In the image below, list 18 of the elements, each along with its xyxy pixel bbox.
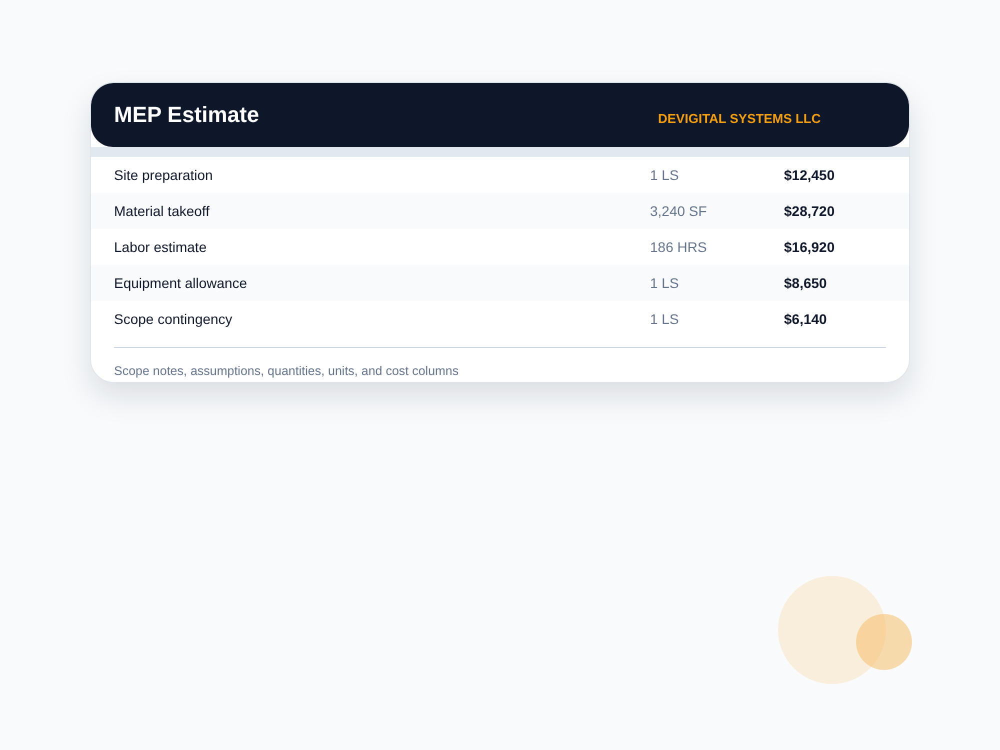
item-cell-text: Site preparation xyxy=(114,167,214,183)
quantity-cell-text: 1 LS xyxy=(650,275,680,291)
quantity-cell-text: 1 LS xyxy=(650,167,680,183)
company-name: DEVIGITAL SYSTEMS LLC xyxy=(658,110,822,126)
footer-note: Scope notes, assumptions, quantities, units, and cost columns xyxy=(114,364,460,378)
quantity-cell-text: 1 LS xyxy=(650,311,680,327)
item-cell-text: Equipment allowance xyxy=(114,275,248,291)
cost-cell-text: $28,720 xyxy=(784,203,836,219)
item-cell-text: Labor estimate xyxy=(114,239,208,255)
quantity-cell-text: 186 HRS xyxy=(650,239,708,255)
item-cell-text: Material takeoff xyxy=(114,203,210,219)
cost-cell-text: $8,650 xyxy=(784,275,828,291)
quantity-cell-text: 3,240 SF xyxy=(650,203,708,219)
item-cell-text: Scope contingency xyxy=(114,311,234,327)
cost-cell-text: $12,450 xyxy=(784,167,836,183)
cost-cell-text: $16,920 xyxy=(784,239,836,255)
card-title: MEP Estimate xyxy=(114,102,260,128)
cost-cell-text: $6,140 xyxy=(784,311,828,327)
